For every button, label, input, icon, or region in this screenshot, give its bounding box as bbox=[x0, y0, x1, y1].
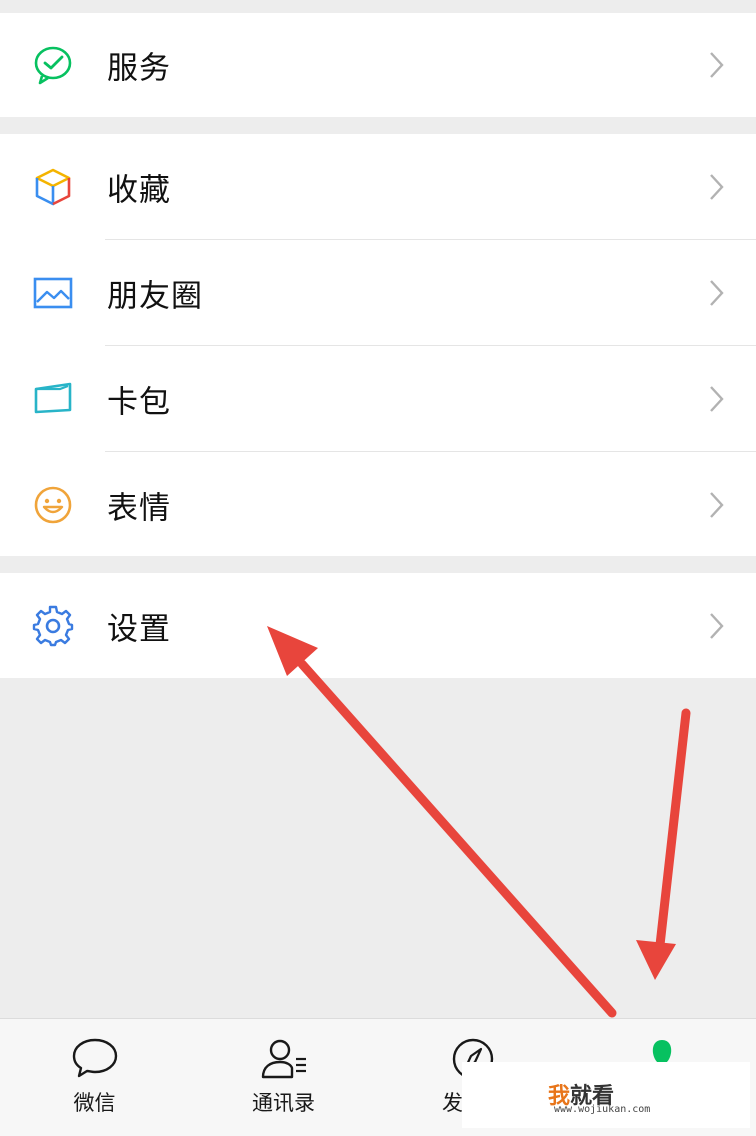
menu-item-label: 卡包 bbox=[107, 384, 171, 420]
menu-item-label: 表情 bbox=[107, 490, 171, 526]
chevron-right-icon bbox=[708, 384, 726, 414]
chevron-right-icon bbox=[708, 278, 726, 308]
menu-item-services[interactable]: 服务 bbox=[0, 13, 756, 117]
menu-item-card-wallet[interactable]: 卡包 bbox=[0, 346, 756, 451]
menu-item-favorites[interactable]: 收藏 bbox=[0, 134, 756, 239]
chevron-right-icon bbox=[708, 490, 726, 520]
arrow-to-settings bbox=[267, 626, 617, 1018]
collections-group: 收藏 朋友圈 卡包 表情 bbox=[0, 134, 756, 556]
menu-item-stickers[interactable]: 表情 bbox=[0, 452, 756, 557]
menu-item-label: 朋友圈 bbox=[107, 278, 203, 314]
watermark-url: www.wojiukan.com bbox=[554, 1104, 651, 1115]
tab-label: 微信 bbox=[73, 1091, 116, 1115]
gear-icon bbox=[32, 605, 74, 647]
services-group: 服务 bbox=[0, 13, 756, 117]
chevron-right-icon bbox=[708, 50, 726, 80]
wechat-pay-icon bbox=[32, 44, 74, 86]
menu-item-label: 设置 bbox=[107, 611, 171, 647]
contacts-icon bbox=[260, 1037, 308, 1081]
menu-item-label: 服务 bbox=[107, 50, 171, 87]
tab-contacts[interactable]: 通讯录 bbox=[189, 1019, 378, 1136]
arrow-to-me-tab bbox=[636, 708, 691, 980]
sticker-smile-icon bbox=[32, 484, 74, 526]
watermark-logo: 我就看 www.wojiukan.com bbox=[462, 1062, 750, 1128]
card-wallet-icon bbox=[32, 378, 74, 420]
chat-bubble-icon bbox=[71, 1037, 119, 1081]
moments-photo-icon bbox=[32, 272, 74, 314]
chevron-right-icon bbox=[708, 611, 726, 641]
menu-item-settings[interactable]: 设置 bbox=[0, 573, 756, 678]
menu-item-moments[interactable]: 朋友圈 bbox=[0, 240, 756, 345]
favorites-cube-icon bbox=[32, 166, 74, 208]
tab-label: 通讯录 bbox=[252, 1091, 315, 1115]
settings-group: 设置 bbox=[0, 573, 756, 678]
chevron-right-icon bbox=[708, 172, 726, 202]
menu-item-label: 收藏 bbox=[107, 172, 171, 208]
tab-chats[interactable]: 微信 bbox=[0, 1019, 189, 1136]
